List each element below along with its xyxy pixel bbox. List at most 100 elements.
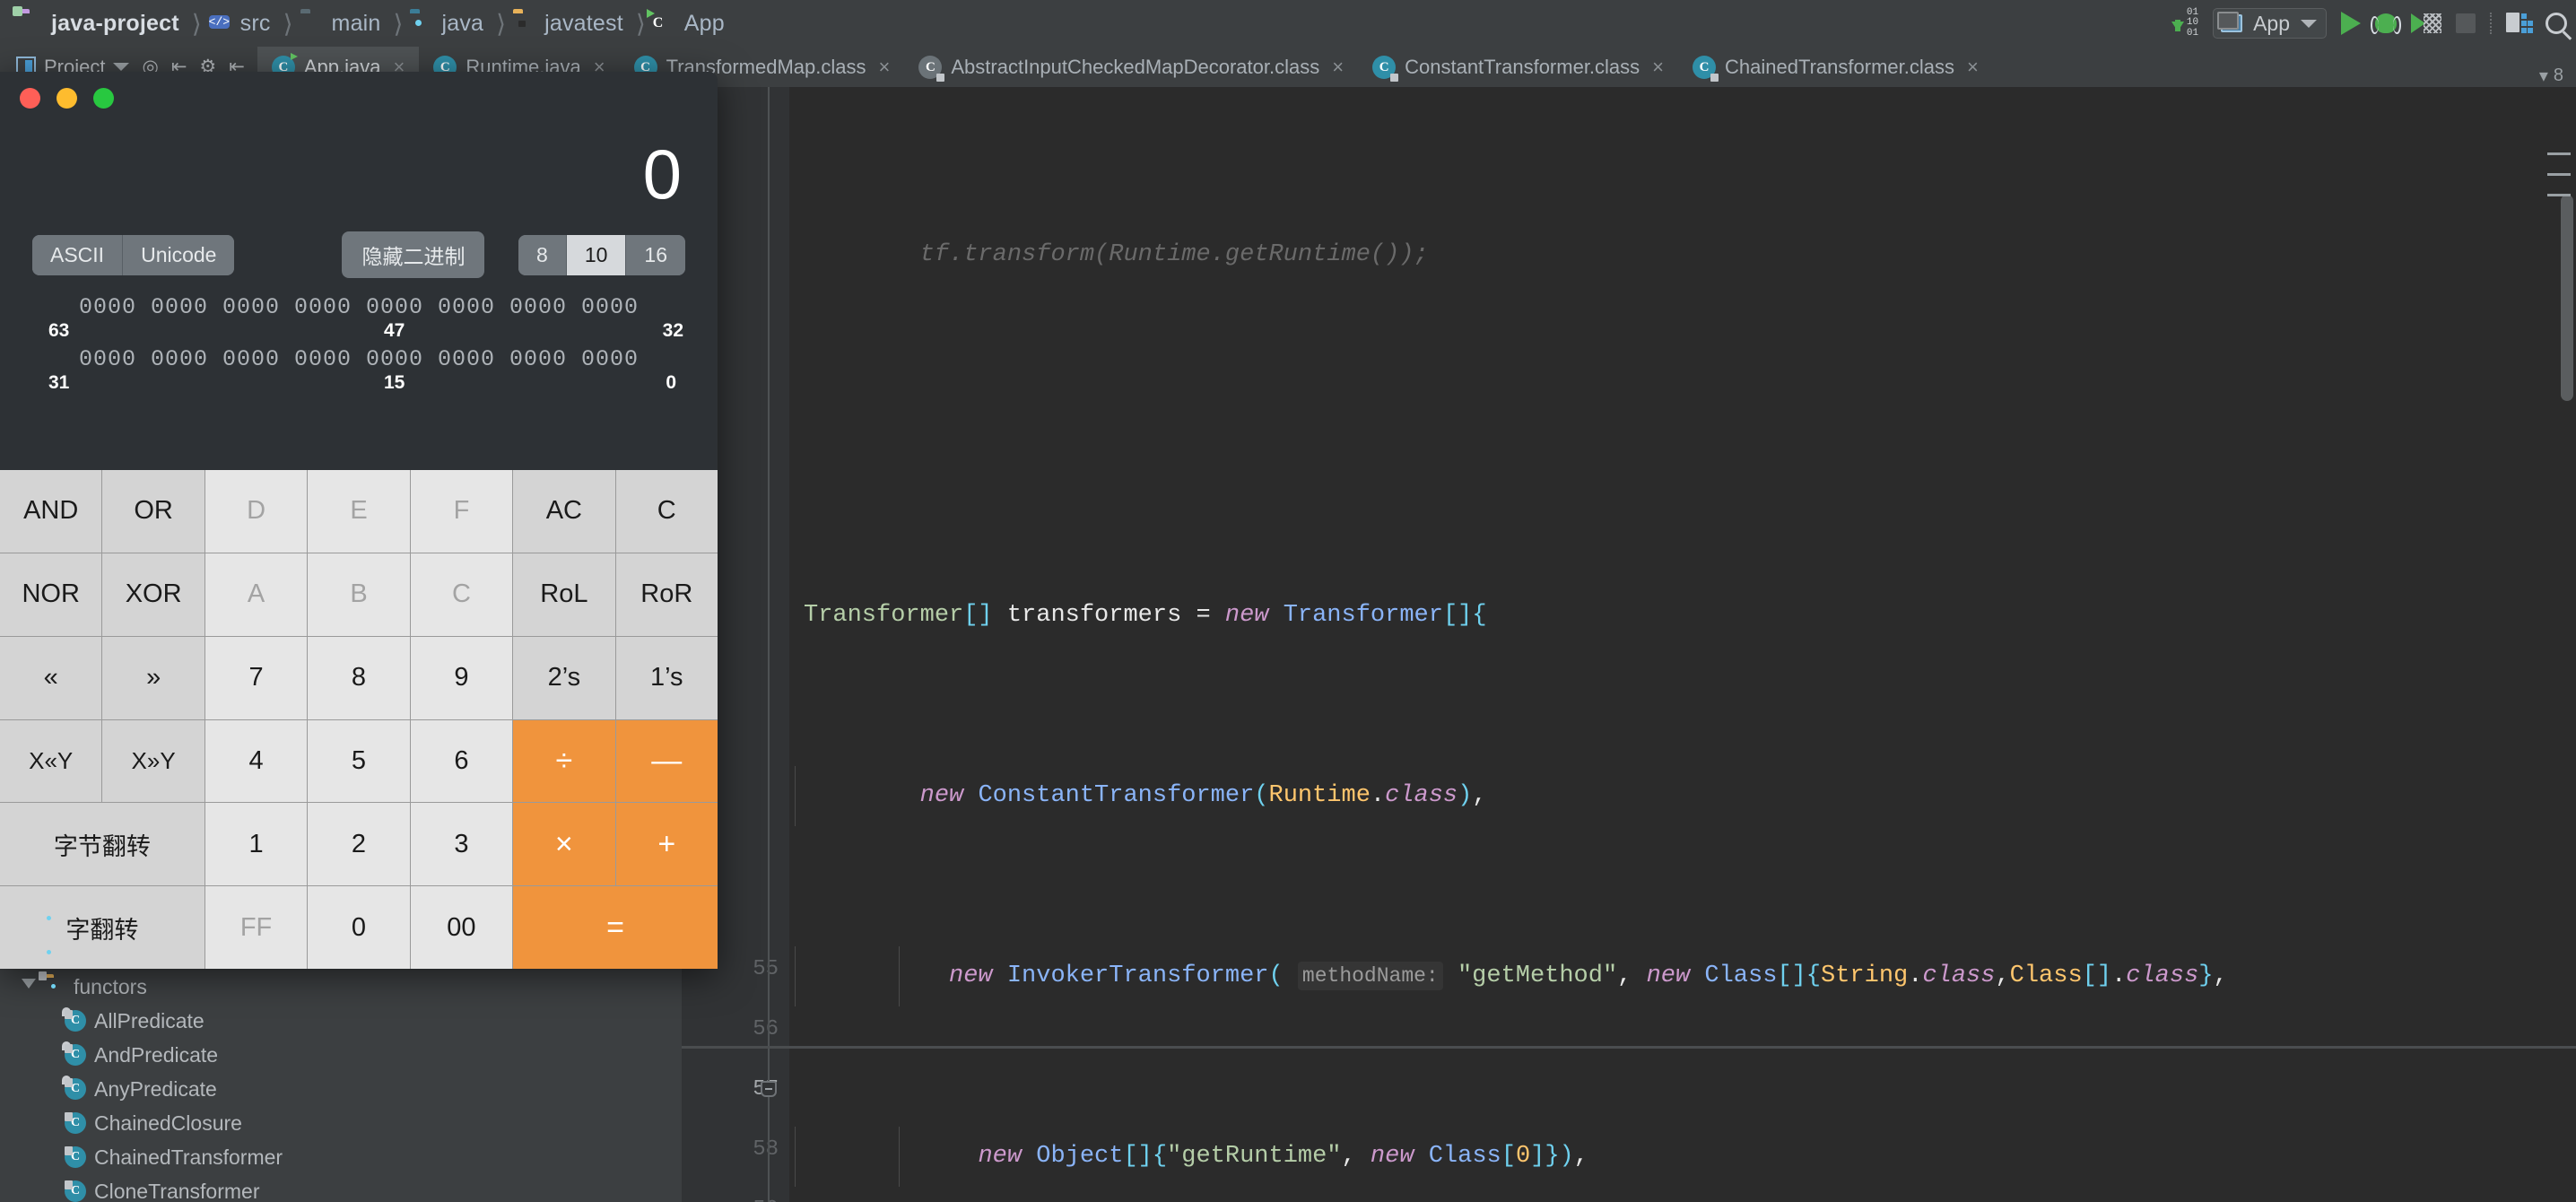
- binary-bits[interactable]: 0000 0000 0000 0000 0000 0000 0000 0000: [32, 346, 685, 372]
- tree-item-chainedtransformer[interactable]: C ChainedTransformer: [0, 1140, 682, 1174]
- calc-key-2s[interactable]: 2’s: [513, 636, 615, 719]
- close-window-button[interactable]: [20, 88, 40, 109]
- hide-binary-button[interactable]: 隐藏二进制: [342, 231, 485, 278]
- editor-tab-constanttransformer-class[interactable]: C ConstantTransformer.class ×: [1358, 47, 1678, 87]
- layout-icon[interactable]: [2506, 13, 2533, 34]
- close-icon[interactable]: ×: [1332, 56, 1344, 79]
- calc-key-sym33[interactable]: +: [615, 803, 718, 886]
- menu-line-icon[interactable]: [2547, 173, 2571, 176]
- calc-key-XY[interactable]: X»Y: [102, 719, 205, 803]
- close-icon[interactable]: ×: [1652, 56, 1664, 79]
- breadcrumb-item-main[interactable]: main: [295, 0, 388, 47]
- calc-key-1[interactable]: 1: [205, 803, 308, 886]
- run-icon[interactable]: [2341, 12, 2361, 35]
- calc-key-00[interactable]: 00: [410, 886, 513, 969]
- breadcrumb-item-java[interactable]: java: [405, 0, 491, 47]
- calc-key-sym14[interactable]: «: [0, 636, 102, 719]
- tree-item-allpredicate[interactable]: C AllPredicate: [0, 1004, 682, 1038]
- profile-icon[interactable]: [2411, 13, 2441, 33]
- tree-item-chainedclosure[interactable]: C ChainedClosure: [0, 1106, 682, 1140]
- calc-key-AC[interactable]: AC: [513, 470, 615, 553]
- code-editor[interactable]: 55 56 57 58 59 tf.transform(Runtime.getR…: [682, 87, 2576, 1202]
- debug-icon[interactable]: [2371, 13, 2401, 34]
- scrollbar-thumb[interactable]: [2561, 195, 2573, 401]
- calculator-titlebar[interactable]: [0, 72, 718, 124]
- menu-line-icon[interactable]: [2547, 152, 2571, 155]
- tree-item-anypredicate[interactable]: C AnyPredicate: [0, 1072, 682, 1106]
- tab-overflow-controls[interactable]: ▾ 8: [2539, 65, 2576, 87]
- calc-key-C[interactable]: C: [615, 470, 718, 553]
- calc-key-FF[interactable]: FF: [205, 886, 308, 969]
- maximize-window-button[interactable]: [93, 88, 114, 109]
- calc-key-RoR[interactable]: RoR: [615, 553, 718, 636]
- calc-key-6[interactable]: 6: [410, 719, 513, 803]
- tree-item-functors[interactable]: functors: [0, 970, 682, 1004]
- code-fold-marker[interactable]: [761, 1081, 777, 1097]
- calc-key-A[interactable]: A: [205, 553, 308, 636]
- breadcrumb-item-app[interactable]: C App: [648, 0, 732, 47]
- calc-key-XY[interactable]: X«Y: [0, 719, 102, 803]
- calc-key-2[interactable]: 2: [308, 803, 410, 886]
- calc-key-sym32[interactable]: ×: [513, 803, 615, 886]
- binary-row-high[interactable]: 0000 0000 0000 0000 0000 0000 0000 0000 …: [32, 294, 685, 346]
- calc-key-8[interactable]: 8: [308, 636, 410, 719]
- calc-key-F[interactable]: F: [410, 470, 513, 553]
- calc-key-sym38[interactable]: =: [513, 886, 718, 969]
- menu-line-icon[interactable]: [2547, 194, 2571, 196]
- code-content[interactable]: tf.transform(Runtime.getRuntime()); Tran…: [789, 87, 2576, 1202]
- close-icon[interactable]: ×: [879, 56, 891, 79]
- base-16-button[interactable]: 16: [625, 234, 685, 275]
- calc-key-RoL[interactable]: RoL: [513, 553, 615, 636]
- calculator-window[interactable]: 0 ASCII Unicode 隐藏二进制 8 10 16 0000 0000 …: [0, 72, 718, 969]
- calc-key-B[interactable]: B: [308, 553, 410, 636]
- editor-scrollbar[interactable]: [2556, 87, 2576, 1202]
- calc-key-sym28[interactable]: 字节翻转: [0, 803, 205, 886]
- encoding-segment-control[interactable]: ASCII Unicode: [32, 234, 235, 275]
- calc-key-5[interactable]: 5: [308, 719, 410, 803]
- calc-key-sym26[interactable]: ÷: [513, 719, 615, 803]
- binary-row-low[interactable]: 0000 0000 0000 0000 0000 0000 0000 0000 …: [32, 346, 685, 398]
- tree-item-andpredicate[interactable]: C AndPredicate: [0, 1038, 682, 1072]
- chevron-down-icon[interactable]: ▾: [2539, 65, 2548, 87]
- ascii-button[interactable]: ASCII: [32, 234, 123, 275]
- code-fold-line[interactable]: [768, 1097, 770, 1202]
- calc-key-sym34[interactable]: 字翻转: [0, 886, 205, 969]
- stop-icon[interactable]: [2456, 13, 2476, 33]
- calc-key-OR[interactable]: OR: [102, 470, 205, 553]
- calc-key-3[interactable]: 3: [410, 803, 513, 886]
- calculator-keypad[interactable]: AND OR D E F AC C NOR XOR A B C RoL RoR «» 7 8 9 2’s 1’s X«Y…: [0, 470, 718, 969]
- calc-key-D[interactable]: D: [205, 470, 308, 553]
- editor-tab-chainedtransformer-class[interactable]: C ChainedTransformer.class ×: [1678, 47, 1993, 87]
- base-10-button[interactable]: 10: [565, 234, 626, 275]
- calc-key-E[interactable]: E: [308, 470, 410, 553]
- chevron-down-icon[interactable]: [22, 979, 36, 995]
- search-icon[interactable]: [2546, 13, 2567, 34]
- calc-key-C[interactable]: C: [410, 553, 513, 636]
- calc-key-0[interactable]: 0: [308, 886, 410, 969]
- code-fold-line[interactable]: [768, 87, 770, 1083]
- calc-key-9[interactable]: 9: [410, 636, 513, 719]
- calc-key-XOR[interactable]: XOR: [102, 553, 205, 636]
- unicode-button[interactable]: Unicode: [122, 234, 235, 275]
- calc-key-1s[interactable]: 1’s: [615, 636, 718, 719]
- binary-bits[interactable]: 0000 0000 0000 0000 0000 0000 0000 0000: [32, 294, 685, 320]
- editor-right-toolbar[interactable]: [2547, 152, 2571, 196]
- window-controls[interactable]: [20, 88, 114, 109]
- breadcrumb-item-java-project[interactable]: java-project: [13, 0, 187, 47]
- breadcrumb-item-javatest[interactable]: javatest: [508, 0, 631, 47]
- calc-key-sym15[interactable]: »: [102, 636, 205, 719]
- tree-item-clonetransformer[interactable]: C CloneTransformer: [0, 1174, 682, 1202]
- binary-download-icon[interactable]: 01 10 01: [2171, 7, 2198, 39]
- calc-key-4[interactable]: 4: [205, 719, 308, 803]
- close-icon[interactable]: ×: [1967, 56, 1979, 79]
- calc-key-7[interactable]: 7: [205, 636, 308, 719]
- base-8-button[interactable]: 8: [518, 234, 566, 275]
- calc-key-AND[interactable]: AND: [0, 470, 102, 553]
- base-segment-control[interactable]: 8 10 16: [518, 234, 685, 275]
- breadcrumb-item-src[interactable]: </> src: [204, 0, 278, 47]
- editor-tab-abstractinputcheckedmapdecorator-class[interactable]: C AbstractInputCheckedMapDecorator.class…: [904, 47, 1358, 87]
- calc-key-NOR[interactable]: NOR: [0, 553, 102, 636]
- run-configuration-selector[interactable]: App: [2213, 8, 2327, 39]
- calc-key-sym27[interactable]: —: [615, 719, 718, 803]
- minimize-window-button[interactable]: [57, 88, 77, 109]
